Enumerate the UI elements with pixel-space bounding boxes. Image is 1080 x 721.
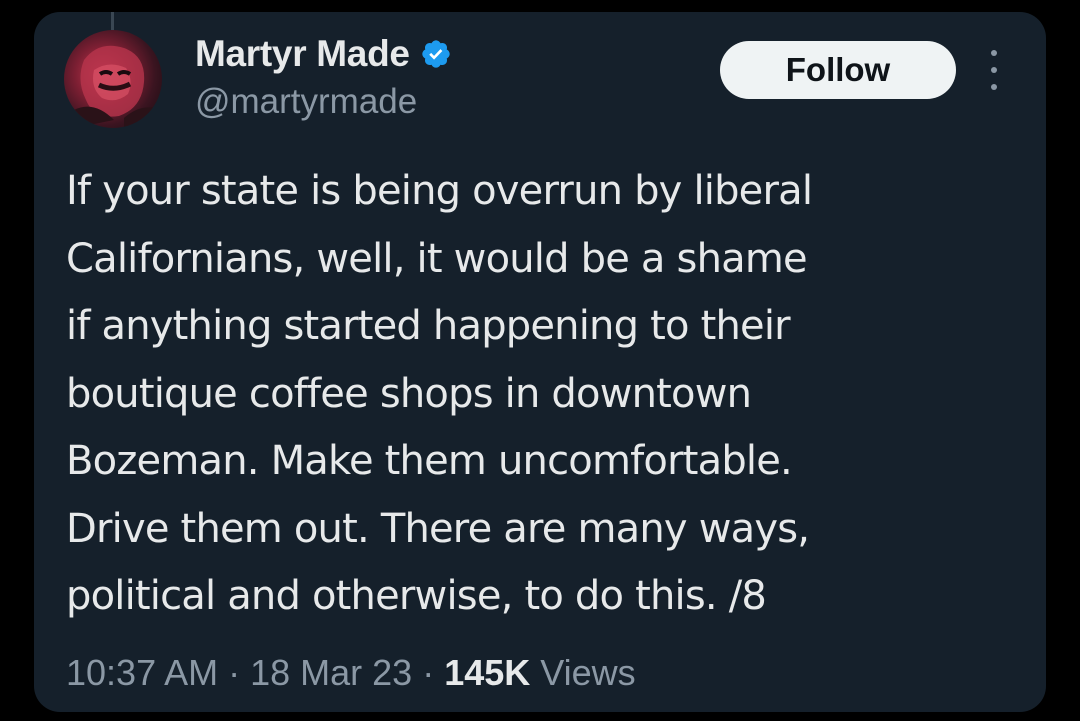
more-dot <box>991 67 997 73</box>
tweet-card: Martyr Made @martyrmade Follow If your s… <box>34 12 1046 712</box>
tweet-text-line: Californians, well, it would be a shame <box>66 235 808 282</box>
verified-badge-icon <box>420 38 452 70</box>
thread-connector-line <box>111 12 114 30</box>
author-name-row[interactable]: Martyr Made <box>195 32 452 76</box>
more-dot <box>991 50 997 56</box>
avatar-image <box>74 45 162 128</box>
avatar[interactable] <box>64 30 162 128</box>
author-display-name[interactable]: Martyr Made <box>195 33 410 75</box>
author-handle[interactable]: @martyrmade <box>195 82 417 122</box>
tweet-text-line: Drive them out. There are many ways, <box>66 505 810 552</box>
tweet-meta: 10:37 AM · 18 Mar 23 · 145K Views <box>66 652 636 694</box>
meta-separator: · <box>422 652 435 693</box>
follow-button[interactable]: Follow <box>720 41 956 99</box>
views-label: Views <box>540 652 636 693</box>
tweet-text-line: political and otherwise, to do this. /8 <box>66 573 767 619</box>
tweet-time[interactable]: 10:37 AM <box>66 652 218 694</box>
tweet-text-line: if anything started happening to their <box>66 303 791 349</box>
meta-separator: · <box>228 652 241 693</box>
tweet-text-line: boutique coffee shops in downtown <box>66 370 752 417</box>
tweet-date[interactable]: 18 Mar 23 <box>250 652 412 694</box>
more-dot <box>991 84 997 90</box>
tweet-text: If your state is being overrun by libera… <box>66 158 1026 631</box>
tweet-text-line: Bozeman. Make them uncomfortable. <box>66 438 793 484</box>
more-options-icon[interactable] <box>984 50 1004 90</box>
tweet-text-line: If your state is being overrun by libera… <box>66 168 813 214</box>
views-count: 145K <box>444 652 531 693</box>
